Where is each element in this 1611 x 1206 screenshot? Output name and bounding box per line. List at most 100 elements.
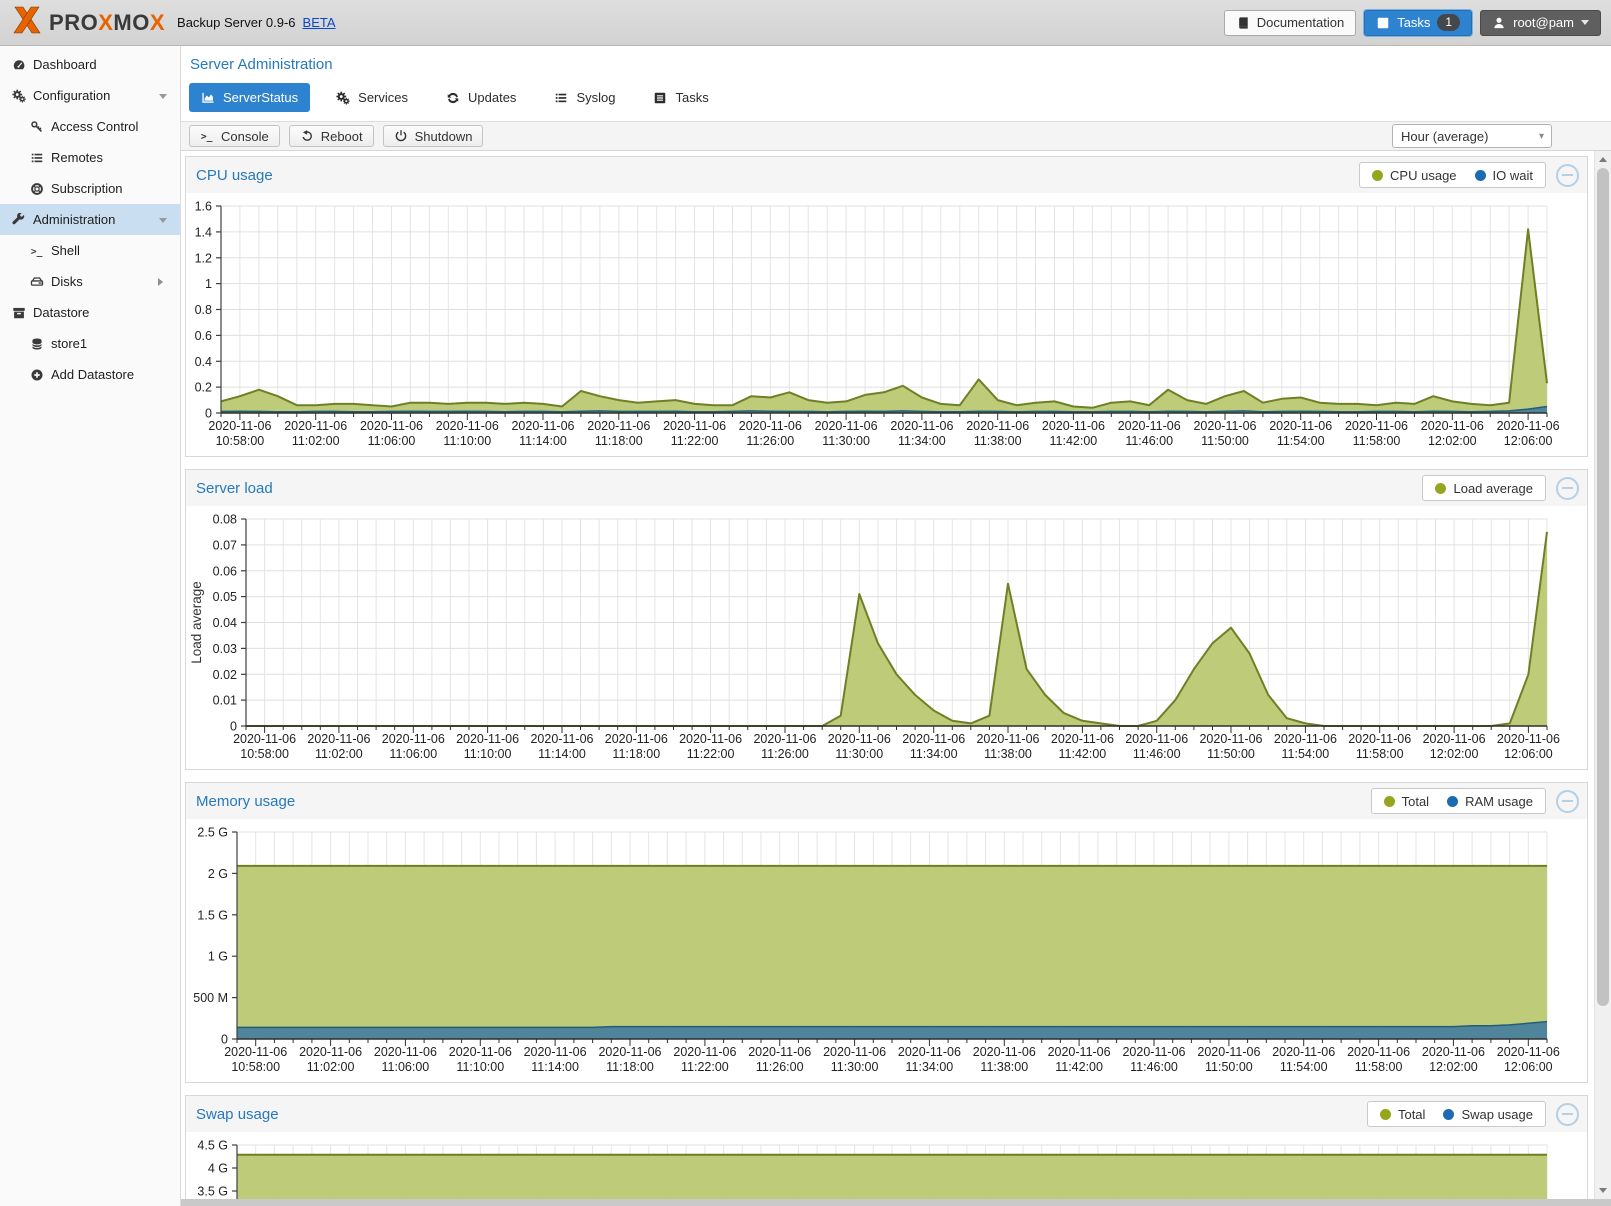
legend-label: IO wait bbox=[1493, 168, 1533, 183]
horizontal-scrollbar[interactable] bbox=[181, 1199, 1611, 1206]
svg-text:11:14:00: 11:14:00 bbox=[519, 434, 567, 448]
vertical-scrollbar[interactable] bbox=[1594, 151, 1611, 1199]
svg-text:2.5 G: 2.5 G bbox=[197, 826, 228, 840]
status-toolbar: >_ Console Reboot Shutdown Hour (average… bbox=[181, 121, 1611, 151]
svg-text:11:14:00: 11:14:00 bbox=[531, 1060, 579, 1074]
svg-text:2020-11-06: 2020-11-06 bbox=[436, 419, 499, 433]
collapse-panel-icon[interactable] bbox=[1556, 790, 1579, 813]
tasks-button[interactable]: Tasks 1 bbox=[1364, 10, 1472, 36]
svg-text:11:22:00: 11:22:00 bbox=[687, 747, 735, 761]
svg-text:11:34:00: 11:34:00 bbox=[906, 1060, 954, 1074]
scrollbar-thumb[interactable] bbox=[1597, 168, 1609, 1006]
svg-text:2020-11-06: 2020-11-06 bbox=[456, 732, 519, 746]
svg-text:11:38:00: 11:38:00 bbox=[980, 1060, 1028, 1074]
svg-text:0.4: 0.4 bbox=[195, 355, 212, 369]
tab-updates[interactable]: Updates bbox=[434, 83, 528, 112]
beta-link[interactable]: BETA bbox=[303, 15, 336, 30]
svg-text:500 M: 500 M bbox=[193, 991, 228, 1005]
svg-text:2020-11-06: 2020-11-06 bbox=[1122, 1045, 1185, 1059]
sidebar-item-subscription[interactable]: Subscription bbox=[0, 173, 180, 204]
svg-text:2020-11-06: 2020-11-06 bbox=[976, 732, 1039, 746]
chevron-down-icon[interactable] bbox=[159, 94, 167, 103]
svg-text:11:10:00: 11:10:00 bbox=[456, 1060, 504, 1074]
svg-text:2020-11-06: 2020-11-06 bbox=[679, 732, 742, 746]
svg-text:2020-11-06: 2020-11-06 bbox=[511, 419, 574, 433]
svg-text:11:10:00: 11:10:00 bbox=[464, 747, 512, 761]
legend-item-total[interactable]: Total bbox=[1384, 794, 1429, 809]
legend-item-ram-usage[interactable]: RAM usage bbox=[1447, 794, 1533, 809]
documentation-button[interactable]: Documentation bbox=[1224, 10, 1356, 36]
sidebar-item-label: Add Datastore bbox=[51, 367, 134, 382]
tab-serverstatus[interactable]: ServerStatus bbox=[189, 83, 310, 112]
legend-dot-icon bbox=[1384, 796, 1395, 807]
panel-cpu-usage: CPU usageCPU usageIO wait00.20.40.60.811… bbox=[185, 156, 1588, 457]
svg-text:2020-11-06: 2020-11-06 bbox=[663, 419, 726, 433]
legend-item-cpu-usage[interactable]: CPU usage bbox=[1372, 168, 1456, 183]
sidebar-nav: DashboardConfigurationAccess ControlRemo… bbox=[0, 46, 181, 1206]
sidebar-item-configuration[interactable]: Configuration bbox=[0, 80, 180, 111]
collapse-panel-icon[interactable] bbox=[1556, 1103, 1579, 1126]
legend-label: Load average bbox=[1453, 481, 1533, 496]
console-label: Console bbox=[221, 129, 269, 144]
svg-text:11:06:00: 11:06:00 bbox=[389, 747, 437, 761]
triangle-down-icon bbox=[1599, 1188, 1607, 1197]
svg-text:4 G: 4 G bbox=[208, 1162, 228, 1176]
sidebar-item-shell[interactable]: >_Shell bbox=[0, 235, 180, 266]
sidebar-item-store1[interactable]: store1 bbox=[0, 328, 180, 359]
user-menu-button[interactable]: root@pam bbox=[1480, 10, 1601, 36]
svg-text:2020-11-06: 2020-11-06 bbox=[890, 419, 953, 433]
terminal-icon: >_ bbox=[28, 244, 45, 258]
svg-text:2020-11-06: 2020-11-06 bbox=[1497, 1045, 1560, 1059]
scroll-down-button[interactable] bbox=[1595, 1183, 1611, 1199]
svg-text:2020-11-06: 2020-11-06 bbox=[748, 1045, 811, 1059]
legend-dot-icon bbox=[1443, 1109, 1454, 1120]
chevron-right-icon[interactable] bbox=[158, 278, 167, 286]
legend-item-io-wait[interactable]: IO wait bbox=[1475, 168, 1533, 183]
tab-services[interactable]: Services bbox=[324, 83, 420, 112]
svg-text:11:50:00: 11:50:00 bbox=[1201, 434, 1249, 448]
legend-item-swap-usage[interactable]: Swap usage bbox=[1443, 1107, 1533, 1122]
chart-legend: Total RAM usage bbox=[1371, 788, 1546, 814]
collapse-panel-icon[interactable] bbox=[1556, 164, 1579, 187]
sidebar-item-add-datastore[interactable]: Add Datastore bbox=[0, 359, 180, 390]
svg-text:11:02:00: 11:02:00 bbox=[292, 434, 340, 448]
sidebar-item-dashboard[interactable]: Dashboard bbox=[0, 49, 180, 80]
svg-text:2020-11-06: 2020-11-06 bbox=[1269, 419, 1332, 433]
collapse-panel-icon[interactable] bbox=[1556, 477, 1579, 500]
timeframe-select[interactable]: Hour (average) ▾ bbox=[1392, 124, 1552, 148]
tab-syslog[interactable]: Syslog bbox=[542, 83, 627, 112]
svg-text:11:30:00: 11:30:00 bbox=[835, 747, 883, 761]
chevron-down-icon[interactable] bbox=[159, 218, 167, 227]
svg-text:12:06:00: 12:06:00 bbox=[1504, 434, 1553, 448]
console-button[interactable]: >_ Console bbox=[189, 125, 280, 147]
svg-text:1.4: 1.4 bbox=[195, 225, 212, 239]
sidebar-item-access-control[interactable]: Access Control bbox=[0, 111, 180, 142]
sidebar-item-label: Datastore bbox=[33, 305, 89, 320]
list-icon bbox=[28, 151, 45, 165]
sidebar-item-disks[interactable]: Disks bbox=[0, 266, 180, 297]
legend-item-load-average[interactable]: Load average bbox=[1435, 481, 1533, 496]
sidebar-item-remotes[interactable]: Remotes bbox=[0, 142, 180, 173]
svg-text:12:02:00: 12:02:00 bbox=[1429, 1060, 1478, 1074]
legend-item-total[interactable]: Total bbox=[1380, 1107, 1425, 1122]
svg-text:2020-11-06: 2020-11-06 bbox=[382, 732, 445, 746]
scroll-up-button[interactable] bbox=[1595, 151, 1611, 167]
chart-area-icon bbox=[201, 91, 215, 105]
sidebar-item-administration[interactable]: Administration bbox=[0, 204, 180, 235]
tab-label: ServerStatus bbox=[223, 90, 298, 105]
reboot-button[interactable]: Reboot bbox=[289, 125, 374, 147]
svg-text:2020-11-06: 2020-11-06 bbox=[1348, 732, 1411, 746]
sidebar-item-label: Disks bbox=[51, 274, 83, 289]
panel-header: Memory usageTotalRAM usage bbox=[186, 783, 1587, 819]
plus-circle-icon bbox=[28, 368, 45, 382]
svg-text:11:54:00: 11:54:00 bbox=[1277, 434, 1325, 448]
svg-text:0.08: 0.08 bbox=[213, 513, 237, 527]
panel-header: CPU usageCPU usageIO wait bbox=[186, 157, 1587, 193]
chevron-down-icon bbox=[1581, 20, 1589, 29]
svg-text:2020-11-06: 2020-11-06 bbox=[739, 419, 802, 433]
shutdown-button[interactable]: Shutdown bbox=[383, 125, 484, 147]
sidebar-item-datastore[interactable]: Datastore bbox=[0, 297, 180, 328]
svg-text:0.02: 0.02 bbox=[213, 668, 237, 682]
panel-title: Swap usage bbox=[186, 1106, 279, 1123]
tab-tasks[interactable]: Tasks bbox=[641, 83, 720, 112]
